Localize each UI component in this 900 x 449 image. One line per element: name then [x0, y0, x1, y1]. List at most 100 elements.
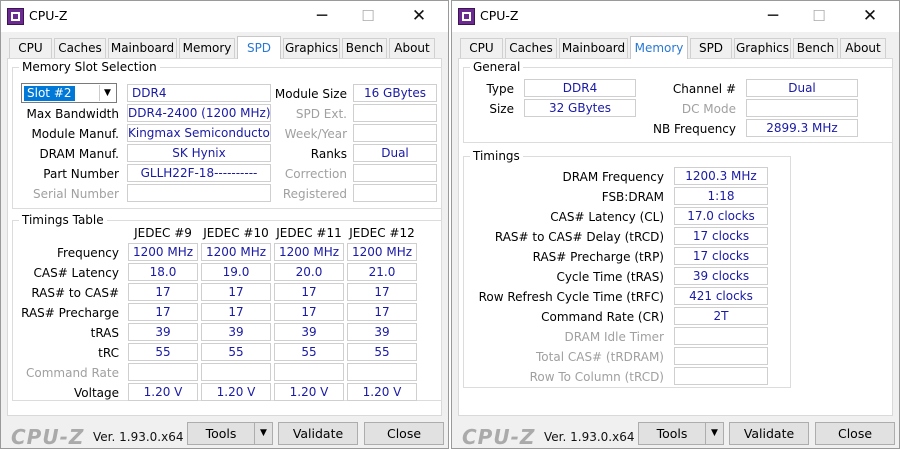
timing-cell: 55 [347, 343, 417, 361]
week-year-value [353, 124, 437, 142]
group-title: General [470, 60, 524, 74]
cpuz-app-icon [458, 8, 475, 25]
timing-value: 2T [674, 307, 768, 325]
type-value: DDR4 [524, 79, 636, 97]
module-manuf-value: Kingmax Semiconductor [127, 124, 271, 142]
tools-dropdown-icon[interactable]: ▼ [254, 422, 273, 445]
timing-value [674, 347, 768, 365]
minimize-icon[interactable]: ─ [311, 5, 333, 27]
timing-cell: 18.0 [128, 263, 198, 281]
tab-bar: CPU Caches Mainboard Memory SPD Graphics… [460, 36, 893, 59]
timing-cell: 1200 MHz [274, 243, 344, 261]
module-manuf-label: Module Manuf. [31, 127, 119, 141]
timing-row-label: RAS# to CAS# [31, 286, 119, 300]
cpuz-logo: CPU-Z [11, 425, 85, 449]
validate-button[interactable]: Validate [729, 422, 809, 445]
tab-memory[interactable]: Memory [179, 38, 235, 58]
tab-graphics[interactable]: Graphics [283, 38, 340, 58]
jedec-header: JEDEC #11 [276, 226, 342, 240]
dram-manuf-value: SK Hynix [127, 144, 271, 162]
timing-row-label: RAS# Precharge (tRP) [532, 250, 664, 264]
cpuz-window-spd: CPU-Z ─ ☐ ✕ CPU Caches Mainboard Memory … [0, 0, 449, 449]
timing-value: 421 clocks [674, 287, 768, 305]
timing-cell: 1.20 V [347, 383, 417, 401]
tab-mainboard[interactable]: Mainboard [108, 38, 177, 58]
timing-row-label: Cycle Time (tRAS) [556, 270, 664, 284]
cpuz-logo: CPU-Z [462, 425, 536, 449]
timing-cell: 39 [128, 323, 198, 341]
tab-bar: CPU Caches Mainboard Memory SPD Graphics… [9, 36, 442, 59]
version-label: Ver. 1.93.0.x64 [544, 430, 635, 444]
tools-button[interactable]: Tools [638, 422, 706, 445]
tab-memory[interactable]: Memory [630, 36, 688, 59]
slot-select[interactable]: Slot #2 ▼ [21, 83, 117, 103]
tab-graphics[interactable]: Graphics [734, 38, 791, 58]
tools-button[interactable]: Tools [187, 422, 255, 445]
slot-select-value: Slot #2 [24, 86, 75, 101]
tab-about[interactable]: About [840, 38, 886, 58]
timing-value: 17 clocks [674, 247, 768, 265]
timing-row-label: DRAM Frequency [562, 170, 664, 184]
minimize-icon[interactable]: ─ [762, 5, 784, 27]
timing-cell: 1200 MHz [347, 243, 417, 261]
chevron-down-icon[interactable]: ▼ [99, 85, 115, 101]
tab-caches[interactable]: Caches [505, 38, 557, 58]
timing-row-label: RAS# Precharge [21, 306, 119, 320]
tab-caches[interactable]: Caches [54, 38, 106, 58]
tab-cpu[interactable]: CPU [9, 38, 52, 58]
validate-button[interactable]: Validate [278, 422, 358, 445]
close-button[interactable]: Close [815, 422, 895, 445]
timing-row-label: Command Rate [25, 366, 119, 380]
group-title: Memory Slot Selection [19, 60, 160, 74]
timing-cell: 17 [128, 283, 198, 301]
timing-cell: 1.20 V [128, 383, 198, 401]
tab-mainboard[interactable]: Mainboard [559, 38, 628, 58]
timing-cell: 17 [201, 283, 271, 301]
title-bar[interactable]: CPU-Z ─ ☐ ✕ [452, 1, 899, 32]
maximize-icon[interactable]: ☐ [808, 5, 830, 27]
timing-row-label: Row Refresh Cycle Time (tRFC) [478, 290, 664, 304]
group-title: Timings [470, 149, 523, 163]
dram-manuf-label: DRAM Manuf. [39, 147, 119, 161]
memory-slot-group: Memory Slot Selection Slot #2 ▼ DDR4 Mod… [12, 60, 442, 209]
size-label: Size [489, 102, 514, 116]
timings-table-group: Timings Table JEDEC #9 JEDEC #10 JEDEC #11… [12, 213, 442, 401]
tab-bench[interactable]: Bench [793, 38, 838, 58]
tools-dropdown-icon[interactable]: ▼ [705, 422, 724, 445]
size-value: 32 GBytes [524, 99, 636, 117]
module-size-value: 16 GBytes [353, 84, 437, 102]
tab-spd[interactable]: SPD [690, 38, 732, 58]
timing-cell: 17 [201, 303, 271, 321]
footer: CPU-Z Ver. 1.93.0.x64 Tools ▼ Validate C… [452, 418, 899, 449]
spd-panel: Memory Slot Selection Slot #2 ▼ DDR4 Mod… [7, 58, 442, 416]
tab-about[interactable]: About [389, 38, 435, 58]
serial-number-label: Serial Number [33, 187, 119, 201]
timing-row-label: Total CAS# (tRDRAM) [536, 350, 664, 364]
tab-cpu[interactable]: CPU [460, 38, 503, 58]
jedec-header: JEDEC #10 [203, 226, 269, 240]
close-window-icon[interactable]: ✕ [859, 5, 881, 27]
timing-cell [274, 363, 344, 381]
registered-label: Registered [282, 187, 347, 201]
close-window-icon[interactable]: ✕ [408, 5, 430, 27]
timing-cell: 1200 MHz [128, 243, 198, 261]
tab-bench[interactable]: Bench [342, 38, 387, 58]
timing-cell: 17 [274, 303, 344, 321]
part-number-label: Part Number [43, 167, 119, 181]
timing-row-label: Frequency [57, 246, 119, 260]
title-bar[interactable]: CPU-Z ─ ☐ ✕ [1, 1, 448, 32]
nb-frequency-value: 2899.3 MHz [746, 119, 858, 137]
timing-value: 17 clocks [674, 227, 768, 245]
week-year-label: Week/Year [284, 127, 347, 141]
timing-cell [128, 363, 198, 381]
maximize-icon[interactable]: ☐ [357, 5, 379, 27]
timing-value: 1200.3 MHz [674, 167, 768, 185]
memory-panel: General Type DDR4 Channel # Dual Size 32… [458, 58, 893, 416]
timing-cell: 17 [347, 303, 417, 321]
timing-row-label: FSB:DRAM [601, 190, 664, 204]
ranks-value: Dual [353, 144, 437, 162]
close-button[interactable]: Close [364, 422, 444, 445]
cpuz-window-memory: CPU-Z ─ ☐ ✕ CPU Caches Mainboard Memory … [451, 0, 900, 449]
tab-spd[interactable]: SPD [237, 36, 281, 59]
serial-number-value [127, 184, 271, 202]
